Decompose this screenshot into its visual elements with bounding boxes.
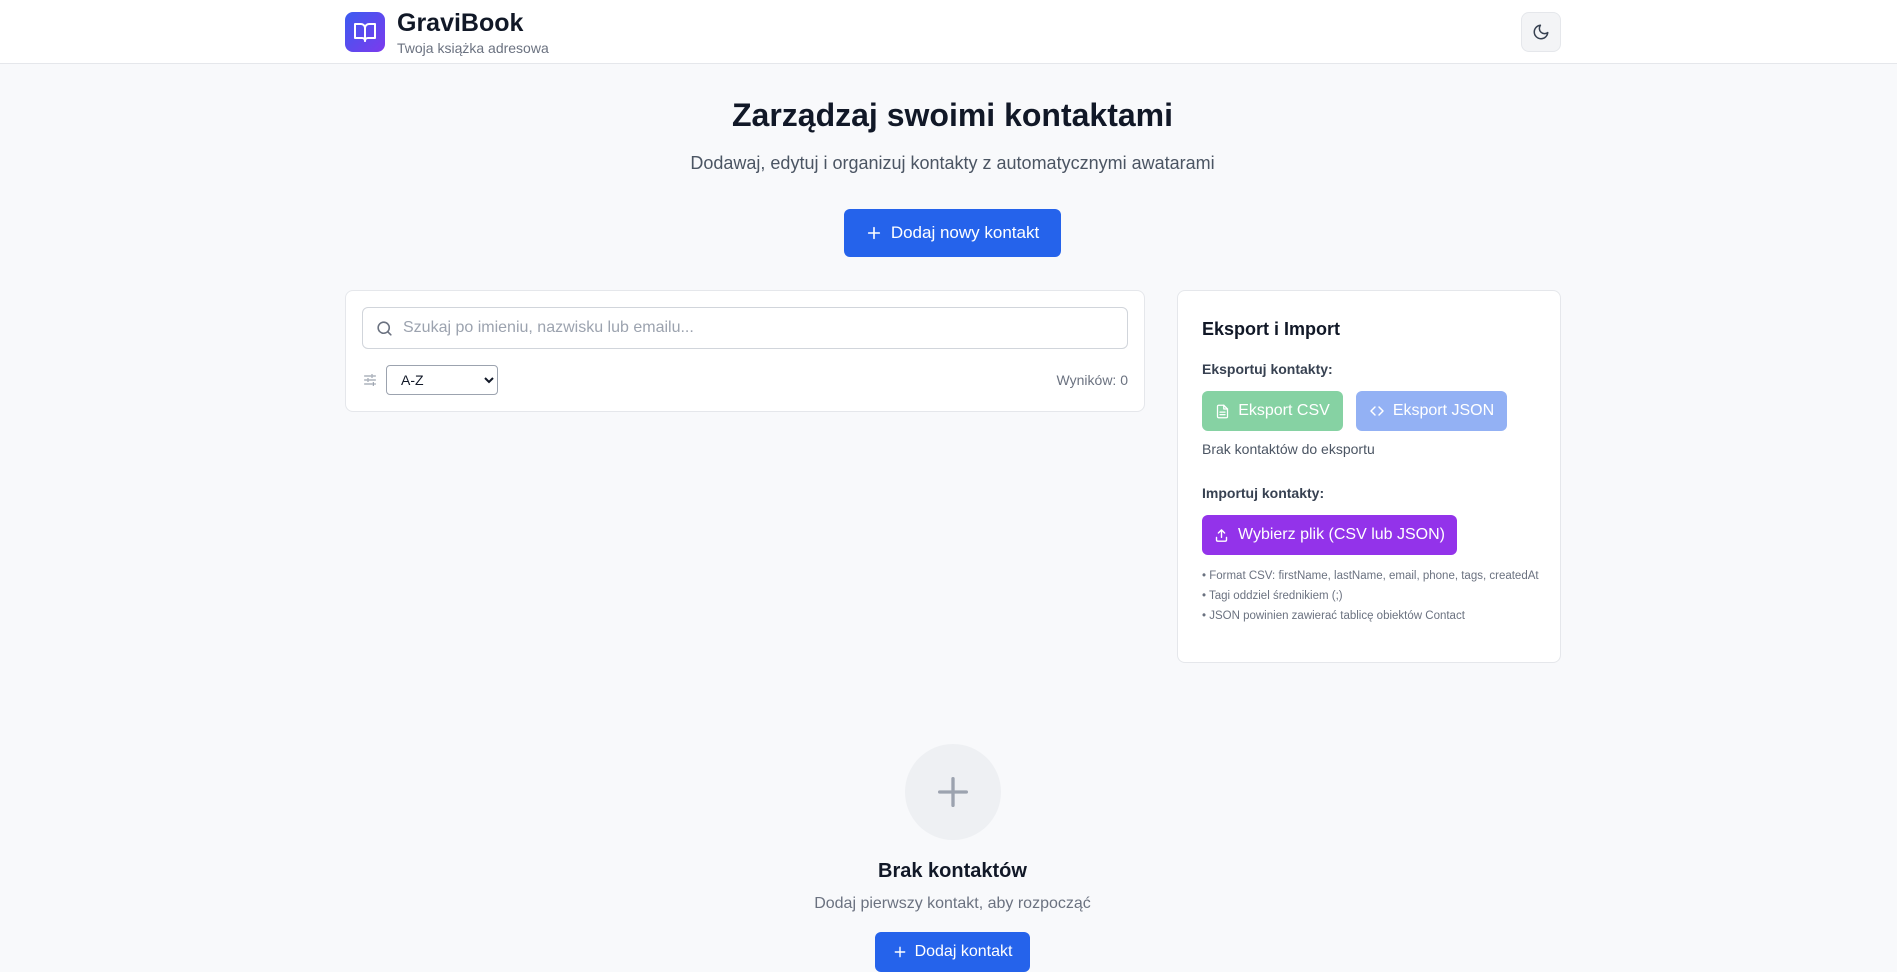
export-json-button[interactable]: Eksport JSON [1356,391,1507,431]
import-file-label: Wybierz plik (CSV lub JSON) [1237,526,1445,543]
import-note: • JSON powinien zawierać tablicę obiektó… [1202,610,1465,622]
search-input[interactable] [403,308,1118,348]
search-icon [375,319,394,343]
file-text-icon [1217,404,1229,418]
import-file-button[interactable]: Wybierz plik (CSV lub JSON) [1202,515,1457,555]
upload-icon [1215,528,1228,542]
search-box[interactable] [362,307,1128,349]
code-icon [1370,406,1384,416]
empty-state-title: Brak kontaktów [878,860,1027,882]
export-csv-label: Eksport CSV [1238,402,1330,419]
export-import-panel: Eksport i Import Eksportuj kontakty: Eks… [1177,290,1561,663]
app-title: GraviBook [397,9,524,37]
search-panel: A-Z Wyników: 0 [345,290,1145,412]
moon-icon [1533,24,1549,40]
sort-select[interactable]: A-Z [386,365,498,395]
open-book-icon [354,23,376,42]
theme-toggle-button[interactable] [1521,12,1561,52]
export-import-title: Eksport i Import [1202,319,1341,339]
results-count: Wyników: 0 [1056,372,1128,388]
plus-icon [938,777,968,807]
add-contact-button[interactable]: Dodaj kontakt [875,932,1030,972]
add-new-contact-button[interactable]: Dodaj nowy kontakt [844,209,1061,257]
import-note: • Tagi oddziel średnikiem (;) [1202,590,1343,602]
import-note: • Format CSV: firstName, lastName, email… [1202,570,1539,582]
import-format-notes: • Format CSV: firstName, lastName, email… [1202,568,1542,628]
add-new-contact-label: Dodaj nowy kontakt [890,223,1040,242]
app-tagline: Twoja książka adresowa [397,40,549,56]
export-json-label: Eksport JSON [1392,402,1495,419]
plus-icon [894,946,905,958]
page-title: Zarządzaj swoimi kontaktami [731,97,1173,133]
sliders-icon [362,372,378,393]
export-csv-button[interactable]: Eksport CSV [1202,391,1343,431]
export-label: Eksportuj kontakty: [1202,361,1333,377]
export-empty-message: Brak kontaktów do eksportu [1202,441,1375,457]
add-contact-label: Dodaj kontakt [914,943,1013,960]
empty-state-illustration [905,744,1001,840]
app-logo[interactable] [345,12,385,52]
empty-state-subtitle: Dodaj pierwszy kontakt, aby rozpocząć [814,895,1091,912]
import-label: Importuj kontakty: [1202,485,1325,501]
plus-icon [867,226,880,240]
app-header: GraviBook Twoja książka adresowa [0,0,1897,64]
page-subtitle: Dodawaj, edytuj i organizuj kontakty z a… [690,153,1215,173]
